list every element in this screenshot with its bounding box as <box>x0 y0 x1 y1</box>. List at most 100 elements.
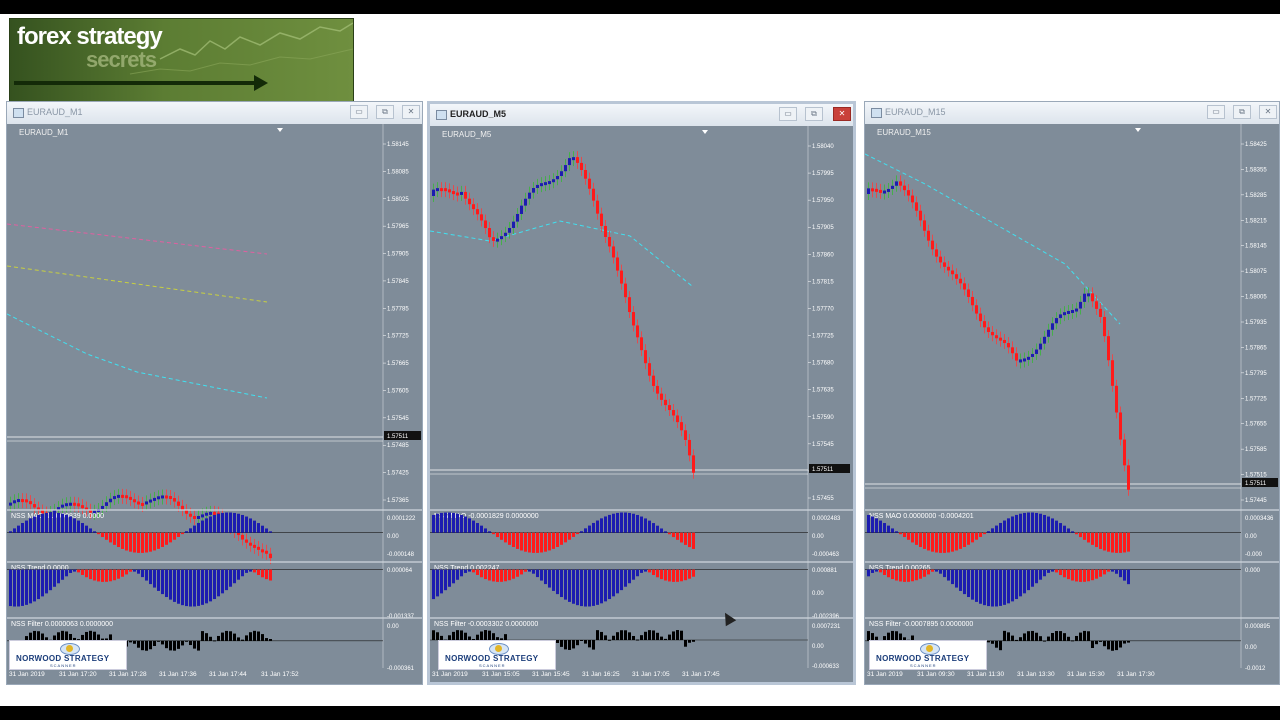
histogram-bar <box>121 532 124 549</box>
histogram-bar <box>1003 520 1006 533</box>
histogram-bar <box>652 569 655 576</box>
histogram-bar <box>37 514 40 533</box>
histogram-bar <box>983 569 986 606</box>
price-label: 1.58075 <box>1245 269 1267 275</box>
histogram-bar <box>13 528 16 533</box>
histogram-bar <box>73 518 76 533</box>
histogram-bar <box>552 569 555 591</box>
histogram-bar <box>1011 516 1014 533</box>
candle-body <box>1111 360 1114 386</box>
candle-body <box>887 188 890 192</box>
maximize-button[interactable]: ⧉ <box>376 105 394 119</box>
candle-body <box>73 502 76 506</box>
close-button[interactable]: ✕ <box>1259 105 1277 119</box>
histogram-bar <box>584 528 587 533</box>
histogram-bar <box>596 569 599 605</box>
candle-body <box>448 189 451 193</box>
histogram-bar <box>899 532 902 535</box>
indicator-label: NSS Filter -0.0007895 0.0000000 <box>869 621 973 628</box>
histogram-bar <box>652 523 655 533</box>
forex-strategy-secrets-banner: forex strategy secrets <box>9 18 354 102</box>
candle-body <box>1003 339 1006 344</box>
histogram-bar <box>456 513 459 533</box>
histogram-bar <box>636 569 639 577</box>
histogram-bar <box>1103 569 1106 575</box>
histogram-bar <box>161 569 164 595</box>
minimize-button[interactable]: ▭ <box>1207 105 1225 119</box>
histogram-bar <box>664 569 667 581</box>
close-button[interactable]: ✕ <box>402 105 420 119</box>
time-label: 31 Jan 15:45 <box>532 671 570 678</box>
histogram-bar <box>1015 514 1018 533</box>
histogram-bar <box>580 569 583 607</box>
candle-body <box>9 502 12 506</box>
histogram-bar <box>1099 532 1102 549</box>
histogram-bar <box>145 569 148 581</box>
histogram-bar <box>1063 569 1066 578</box>
chart-background <box>7 124 422 684</box>
maximize-button[interactable]: ⧉ <box>805 107 823 121</box>
price-label: 1.58145 <box>387 142 409 148</box>
chart-window-euraud-m15[interactable]: EURAUD_M15 ▭ ⧉ ✕ EURAUD_M15 1.58425 1.5835… <box>864 101 1280 685</box>
histogram-bar <box>149 640 152 650</box>
histogram-bar <box>1127 569 1130 585</box>
minimize-button[interactable]: ▭ <box>350 105 368 119</box>
histogram-bar <box>1115 640 1118 651</box>
histogram-bar <box>648 630 651 640</box>
histogram-bar <box>125 532 128 551</box>
histogram-bar <box>189 640 192 646</box>
candle-body <box>652 375 655 386</box>
histogram-bar <box>440 569 443 594</box>
candle-body <box>452 191 455 195</box>
candle-body <box>624 283 627 298</box>
histogram-bar <box>221 632 224 641</box>
candle-body <box>584 170 587 179</box>
current-price-label: 1.57511 <box>387 434 409 440</box>
chart-area[interactable]: EURAUD_M1 1.58145 1.58085 1.58025 1.57965 1.5… <box>7 124 423 685</box>
candle-body <box>1015 353 1018 361</box>
maximize-button[interactable]: ⧉ <box>1233 105 1251 119</box>
histogram-bar <box>89 528 92 533</box>
window-titlebar[interactable]: EURAUD_M15 ▭ ⧉ ✕ <box>865 102 1279 124</box>
chart-window-euraud-m5[interactable]: EURAUD_M5 ▭ ⧉ ✕ EURAUD_M5 1.58040 1.57995 1… <box>427 101 856 685</box>
histogram-bar <box>185 640 188 642</box>
chart-area[interactable]: EURAUD_M5 1.58040 1.57995 1.57950 1.57905 1.5… <box>430 126 853 684</box>
histogram-bar <box>41 569 44 597</box>
price-label: 1.58355 <box>1245 167 1267 173</box>
histogram-bar <box>875 569 878 572</box>
indicator-scale-label: 0.000895 <box>1245 624 1271 630</box>
histogram-bar <box>21 569 24 606</box>
histogram-bar <box>1067 569 1070 580</box>
candle-body <box>121 494 124 498</box>
chart-area[interactable]: EURAUD_M15 1.58425 1.58355 1.58285 1.58215 1.… <box>865 124 1280 685</box>
histogram-bar <box>436 632 439 640</box>
minimize-button[interactable]: ▭ <box>779 107 797 121</box>
price-label: 1.57860 <box>812 252 834 258</box>
candle-body <box>141 502 144 506</box>
histogram-bar <box>608 639 611 641</box>
histogram-bar <box>1007 518 1010 533</box>
histogram-bar <box>668 532 671 535</box>
histogram-bar <box>680 630 683 640</box>
histogram-bar <box>600 631 603 640</box>
histogram-bar <box>955 569 958 588</box>
histogram-bar <box>975 569 978 602</box>
histogram-bar <box>1107 640 1110 650</box>
histogram-bar <box>1059 523 1062 533</box>
histogram-bar <box>536 569 539 578</box>
histogram-bar <box>253 569 256 573</box>
histogram-bar <box>580 640 583 641</box>
histogram-bar <box>1095 569 1098 579</box>
histogram-bar <box>217 513 220 533</box>
close-button[interactable]: ✕ <box>833 107 851 121</box>
price-label: 1.57655 <box>1245 422 1267 428</box>
histogram-bar <box>85 569 88 578</box>
candle-body <box>488 228 491 238</box>
histogram-bar <box>165 569 168 598</box>
histogram-bar <box>209 636 212 641</box>
window-titlebar[interactable]: EURAUD_M5 ▭ ⧉ ✕ <box>430 104 853 126</box>
histogram-bar <box>69 516 72 533</box>
window-titlebar[interactable]: EURAUD_M1 ▭ ⧉ ✕ <box>7 102 422 124</box>
histogram-bar <box>269 639 272 641</box>
chart-window-euraud-m1[interactable]: EURAUD_M1 ▭ ⧉ ✕ EURAUD_M1 1.58145 1.58085 1… <box>6 101 423 685</box>
